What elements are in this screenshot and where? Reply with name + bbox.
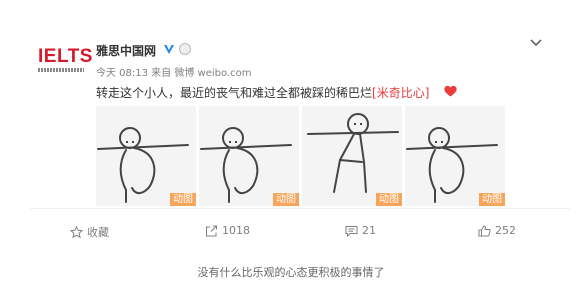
emoji-label: [米奇比心] [372, 86, 430, 100]
repost-count: 1018 [222, 224, 250, 237]
star-icon [70, 226, 83, 238]
share-icon [206, 225, 217, 236]
member-badge-icon[interactable] [179, 43, 191, 55]
comment-button[interactable]: 21 [345, 224, 376, 237]
footer-caption: 没有什么比乐观的心态更积极的事情了 [197, 266, 385, 279]
gif-tag: 动图 [170, 193, 196, 206]
username[interactable]: 雅思中国网 [96, 42, 156, 59]
stick-figure-bent-image [406, 127, 498, 203]
thumbs-up-icon [478, 224, 491, 236]
stick-figure-bent-image [200, 127, 292, 203]
gif-thumbnail-2[interactable]: 动图 [199, 106, 299, 206]
favorite-label: 收藏 [87, 226, 109, 239]
heart-icon [444, 85, 457, 97]
post-meta: 今天 08:13 来自 微博 weibo.com [96, 68, 252, 79]
stick-figure-standing-image [307, 113, 399, 193]
like-count: 252 [495, 224, 516, 237]
gif-tag: 动图 [376, 193, 402, 206]
gif-thumbnail-1[interactable]: 动图 [96, 106, 196, 206]
comment-count: 21 [362, 224, 376, 237]
favorite-button[interactable]: 收藏 [70, 224, 109, 240]
post-text: 转走这个小人，最近的丧气和难过全都被踩的稀巴烂[米奇比心] [96, 84, 429, 101]
ielts-logo[interactable]: IELTS [38, 46, 93, 77]
divider [30, 208, 570, 209]
logo-tagline [38, 68, 84, 72]
gif-thumbnail-3[interactable]: 动图 [302, 106, 402, 206]
comment-icon [345, 225, 358, 237]
gif-thumbnail-4[interactable]: 动图 [405, 106, 505, 206]
stick-figure-bent-image [97, 127, 189, 203]
chevron-down-icon[interactable] [529, 38, 543, 48]
repost-button[interactable]: 1018 [205, 224, 250, 237]
post-body: 转走这个小人，最近的丧气和难过全都被踩的稀巴烂 [96, 86, 373, 100]
like-button[interactable]: 252 [478, 224, 516, 237]
gif-tag: 动图 [273, 193, 299, 206]
logo-text: IELTS [38, 46, 93, 67]
gif-tag: 动图 [479, 193, 505, 206]
verified-icon [164, 45, 174, 54]
